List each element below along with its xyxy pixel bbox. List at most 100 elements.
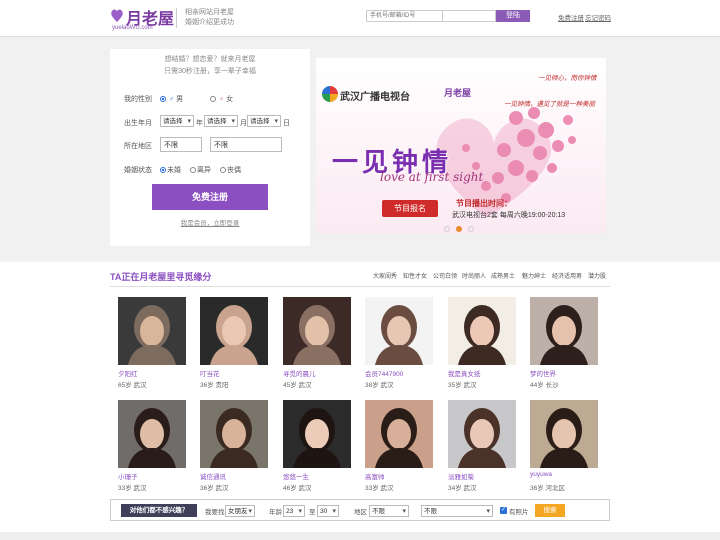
forgot-password-link[interactable]: 忘记密码 bbox=[585, 12, 611, 22]
gender-female-option[interactable]: ♀ 女 bbox=[210, 94, 233, 104]
marital-divorced-option[interactable]: 离异 bbox=[190, 165, 211, 175]
site-slogan: 相亲网站月老屋 婚姻介绍更成功 bbox=[176, 8, 234, 28]
member-info: 36岁 贵阳 bbox=[200, 382, 229, 389]
member-name[interactable]: 夕阳红 bbox=[118, 368, 138, 378]
region-province-field[interactable]: 不限 bbox=[160, 137, 202, 152]
password-input[interactable] bbox=[442, 10, 496, 22]
register-hint: 想结婚？想恋爱？就来月老屋 只需30秒注册，享一辈子幸福 bbox=[110, 54, 310, 78]
category-tag[interactable]: 公司白领 bbox=[433, 271, 457, 280]
member-photo[interactable] bbox=[283, 400, 351, 468]
marital-row: 婚姻状态 未婚 离异 丧偶 bbox=[124, 165, 241, 175]
quick-search-bar: 对他们都不感兴趣？ 我要找 女朋友 年龄 23 至 30 地区 不限 不限 ✓ … bbox=[110, 499, 610, 521]
female-icon: ♀ bbox=[218, 96, 225, 103]
member-avatar-icon bbox=[458, 305, 506, 365]
member-name[interactable]: 小珊子 bbox=[118, 471, 138, 481]
member-photo[interactable] bbox=[530, 297, 598, 365]
year-suffix: 年 bbox=[196, 120, 203, 127]
member-info: 46岁 武汉 bbox=[283, 485, 312, 492]
hint-line: 只需30秒注册，享一辈子幸福 bbox=[164, 68, 256, 75]
category-tag[interactable]: 潜力股 bbox=[588, 271, 606, 280]
marital-widowed-option[interactable]: 丧偶 bbox=[220, 165, 241, 175]
member-photo[interactable] bbox=[448, 297, 516, 365]
not-interested-label: 对他们都不感兴趣？ bbox=[121, 504, 197, 517]
has-photo-checkbox[interactable]: ✓ bbox=[500, 507, 507, 514]
member-photo[interactable] bbox=[200, 297, 268, 365]
slogan-line: 相亲网站月老屋 bbox=[185, 9, 234, 16]
program-signup-button[interactable]: 节目报名 bbox=[382, 200, 438, 217]
member-avatar-icon bbox=[540, 408, 588, 468]
member-avatar-icon bbox=[375, 305, 423, 365]
gender-row: 我的性别 ♂ 男 ♀ 女 bbox=[124, 94, 233, 104]
gender-male-option[interactable]: ♂ 男 bbox=[160, 94, 183, 104]
member-name[interactable]: 悠悠一生 bbox=[283, 471, 309, 481]
carousel-dot[interactable] bbox=[468, 226, 474, 232]
member-avatar-icon bbox=[540, 305, 588, 365]
promo-banner[interactable]: 武汉广播电视台 月老屋 一见倾心，而你钟情 一见钟情，遇见了就是一种美丽 一见钟… bbox=[316, 58, 606, 233]
member-name[interactable]: 高富帅 bbox=[365, 471, 385, 481]
register-panel: 想结婚？想恋爱？就来月老屋 只需30秒注册，享一辈子幸福 我的性别 ♂ 男 ♀ … bbox=[110, 49, 310, 246]
age-from-select[interactable]: 23 bbox=[283, 505, 305, 518]
member-photo[interactable] bbox=[365, 400, 433, 468]
search-province-select[interactable]: 不限 bbox=[369, 505, 409, 518]
region-label: 地区 bbox=[354, 509, 367, 516]
member-login-link[interactable]: 我是会员，立即登录 bbox=[110, 217, 310, 227]
member-photo[interactable] bbox=[530, 400, 598, 468]
phone-input[interactable] bbox=[366, 10, 444, 22]
register-submit-button[interactable]: 免费注册 bbox=[152, 184, 268, 210]
birth-day-select[interactable]: 请选择 bbox=[247, 115, 281, 128]
member-info: 38岁 武汉 bbox=[365, 382, 394, 389]
member-info: 33岁 武汉 bbox=[365, 485, 394, 492]
category-tag[interactable]: 经济适用男 bbox=[552, 271, 582, 280]
category-tag[interactable]: 知性才女 bbox=[403, 271, 427, 280]
member-photo[interactable] bbox=[200, 400, 268, 468]
radio-icon[interactable] bbox=[210, 96, 216, 103]
radio-icon[interactable] bbox=[220, 167, 226, 174]
member-name[interactable]: 诚信通讯 bbox=[200, 471, 226, 481]
member-avatar-icon bbox=[128, 305, 176, 365]
member-name[interactable]: 寻觅的晨儿 bbox=[283, 368, 316, 378]
radio-icon[interactable] bbox=[160, 96, 166, 103]
gender-male-label: 男 bbox=[176, 96, 184, 103]
category-tag[interactable]: 时尚丽人 bbox=[462, 271, 486, 280]
member-photo[interactable] bbox=[118, 400, 186, 468]
member-name[interactable]: 淡雅如菊 bbox=[448, 471, 474, 481]
member-photo[interactable] bbox=[283, 297, 351, 365]
search-city-select[interactable]: 不限 bbox=[421, 505, 493, 518]
login-button[interactable]: 登陆 bbox=[496, 10, 530, 22]
member-name[interactable]: 会员7447900 bbox=[365, 368, 403, 378]
member-avatar-icon bbox=[293, 408, 341, 468]
marital-single-option[interactable]: 未婚 bbox=[160, 165, 181, 175]
member-photo[interactable] bbox=[118, 297, 186, 365]
member-name[interactable]: yuyuwa bbox=[530, 471, 552, 478]
member-photo[interactable] bbox=[365, 297, 433, 365]
radio-icon[interactable] bbox=[160, 167, 166, 174]
page-footer-strip bbox=[0, 532, 720, 540]
category-tag[interactable]: 成熟男士 bbox=[491, 271, 515, 280]
member-avatar-icon bbox=[128, 408, 176, 468]
member-info: 45岁 武汉 bbox=[283, 382, 312, 389]
free-register-link[interactable]: 免费注册 bbox=[558, 12, 584, 22]
member-avatar-icon bbox=[293, 305, 341, 365]
marital-label: 婚姻状态 bbox=[124, 167, 152, 174]
carousel-dot[interactable] bbox=[444, 226, 450, 232]
member-info: 44岁 长沙 bbox=[530, 382, 559, 389]
carousel-dot-active[interactable] bbox=[456, 226, 462, 232]
birth-year-select[interactable]: 请选择 bbox=[160, 115, 194, 128]
birth-month-select[interactable]: 请选择 bbox=[204, 115, 238, 128]
category-tag[interactable]: 魅力绅士 bbox=[522, 271, 546, 280]
find-select[interactable]: 女朋友 bbox=[225, 505, 255, 518]
find-label: 我要找 bbox=[205, 509, 225, 516]
radio-icon[interactable] bbox=[190, 167, 196, 174]
member-photo[interactable] bbox=[448, 400, 516, 468]
member-name[interactable]: 叮当花 bbox=[200, 368, 220, 378]
member-name[interactable]: 我是真女纸 bbox=[448, 368, 481, 378]
gender-label: 我的性别 bbox=[124, 96, 152, 103]
region-city-field[interactable]: 不限 bbox=[210, 137, 282, 152]
age-to-label: 至 bbox=[309, 509, 316, 516]
age-to-select[interactable]: 30 bbox=[317, 505, 339, 518]
search-button[interactable]: 搜索 bbox=[535, 504, 565, 517]
member-name[interactable]: 梦的世界 bbox=[530, 368, 556, 378]
member-avatar-icon bbox=[458, 408, 506, 468]
category-tag[interactable]: 大家闺秀 bbox=[373, 271, 397, 280]
member-info: 36岁 河北区 bbox=[530, 485, 566, 492]
